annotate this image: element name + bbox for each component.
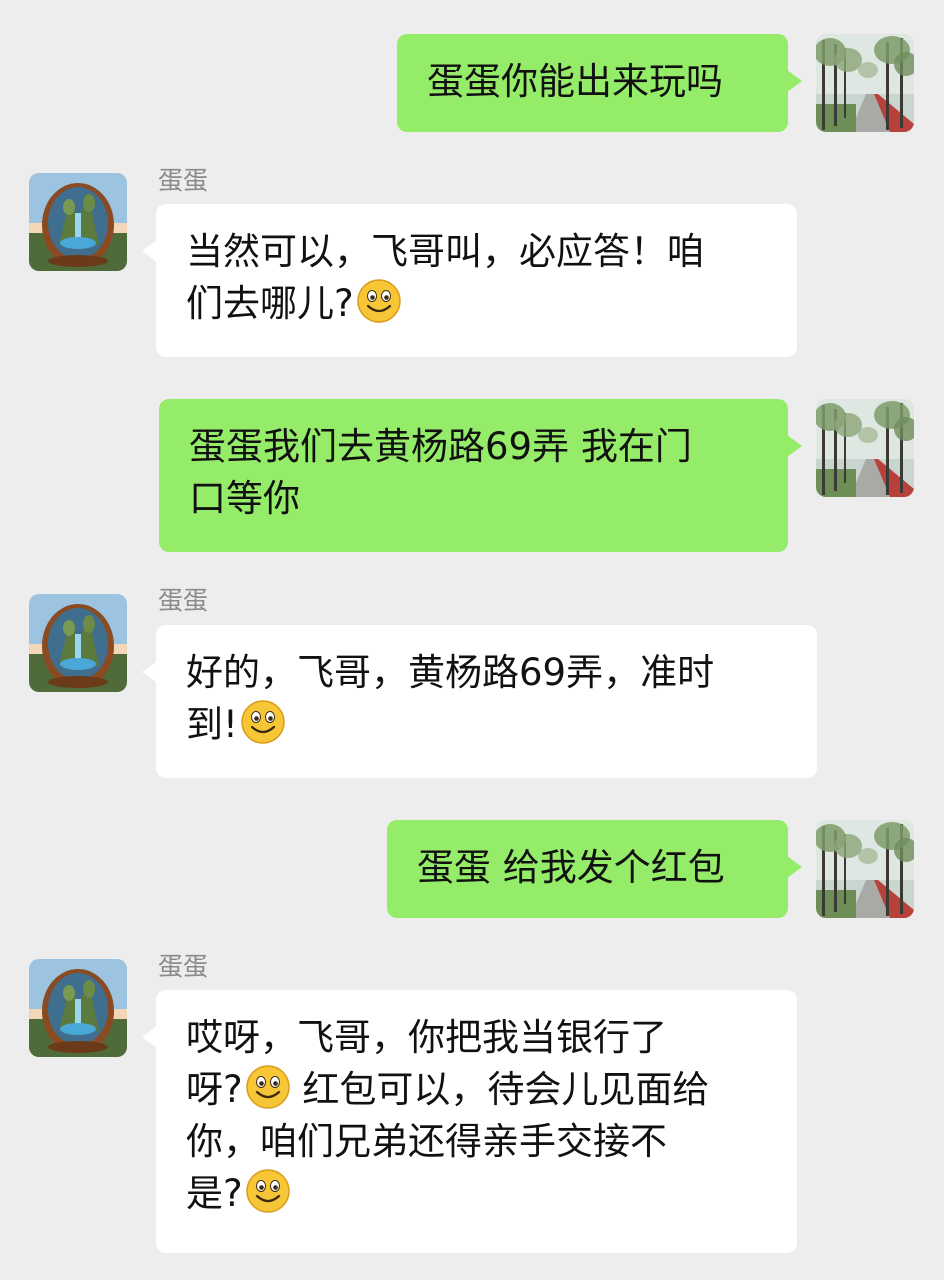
my-avatar[interactable] bbox=[816, 34, 914, 132]
message-text: 你，咱们兄弟还得亲手交接不 bbox=[186, 1120, 667, 1163]
message-bubble-received[interactable]: 哎呀，飞哥，你把我当银行了 呀? 红包可以，待会儿见面给 你，咱们兄弟还得亲手交… bbox=[142, 990, 797, 1253]
message-text: 好的，飞哥，黄杨路69弄，准时 bbox=[186, 651, 715, 694]
avatar-image bbox=[816, 399, 914, 497]
avatar-image bbox=[816, 820, 914, 918]
my-avatar[interactable] bbox=[816, 820, 914, 918]
message-text: 到! bbox=[186, 703, 238, 746]
avatar-image bbox=[29, 959, 127, 1057]
smile-emoji-icon bbox=[356, 278, 402, 324]
message-bubble-received[interactable]: 好的，飞哥，黄杨路69弄，准时 到! bbox=[142, 625, 817, 778]
message-text: 口等你 bbox=[189, 477, 300, 520]
avatar-image bbox=[816, 34, 914, 132]
smile-emoji-icon bbox=[245, 1064, 291, 1110]
message-text: 呀? bbox=[186, 1068, 243, 1111]
message-bubble-sent[interactable]: 蛋蛋你能出来玩吗 bbox=[397, 34, 802, 132]
smile-emoji-icon bbox=[245, 1168, 291, 1214]
message-text: 蛋蛋 给我发个红包 bbox=[417, 846, 725, 889]
message-bubble-sent[interactable]: 蛋蛋我们去黄杨路69弄 我在门 口等你 bbox=[159, 399, 802, 552]
sender-name: 蛋蛋 bbox=[158, 586, 209, 615]
contact-avatar[interactable] bbox=[29, 959, 127, 1057]
message-bubble-received[interactable]: 当然可以，飞哥叫，必应答！咱 们去哪儿? bbox=[142, 204, 797, 357]
message-text: 红包可以，待会儿见面给 bbox=[290, 1068, 710, 1111]
message-text: 当然可以，飞哥叫，必应答！咱 bbox=[186, 230, 704, 273]
avatar-image bbox=[29, 594, 127, 692]
message-text: 蛋蛋你能出来玩吗 bbox=[427, 60, 723, 103]
smile-emoji-icon bbox=[240, 699, 286, 745]
sender-name: 蛋蛋 bbox=[158, 952, 209, 981]
sender-name: 蛋蛋 bbox=[158, 166, 209, 195]
avatar-image bbox=[29, 173, 127, 271]
my-avatar[interactable] bbox=[816, 399, 914, 497]
chat-window: 蛋蛋你能出来玩吗 蛋蛋 当然可以，飞哥叫，必应答！咱 们去哪儿? 蛋蛋我们去黄杨… bbox=[0, 0, 944, 1280]
message-bubble-sent[interactable]: 蛋蛋 给我发个红包 bbox=[387, 820, 802, 918]
message-text: 是? bbox=[186, 1172, 243, 1215]
contact-avatar[interactable] bbox=[29, 173, 127, 271]
message-text: 蛋蛋我们去黄杨路69弄 我在门 bbox=[189, 425, 692, 468]
contact-avatar[interactable] bbox=[29, 594, 127, 692]
message-text: 们去哪儿? bbox=[186, 282, 354, 325]
message-text: 哎呀，飞哥，你把我当银行了 bbox=[186, 1016, 667, 1059]
